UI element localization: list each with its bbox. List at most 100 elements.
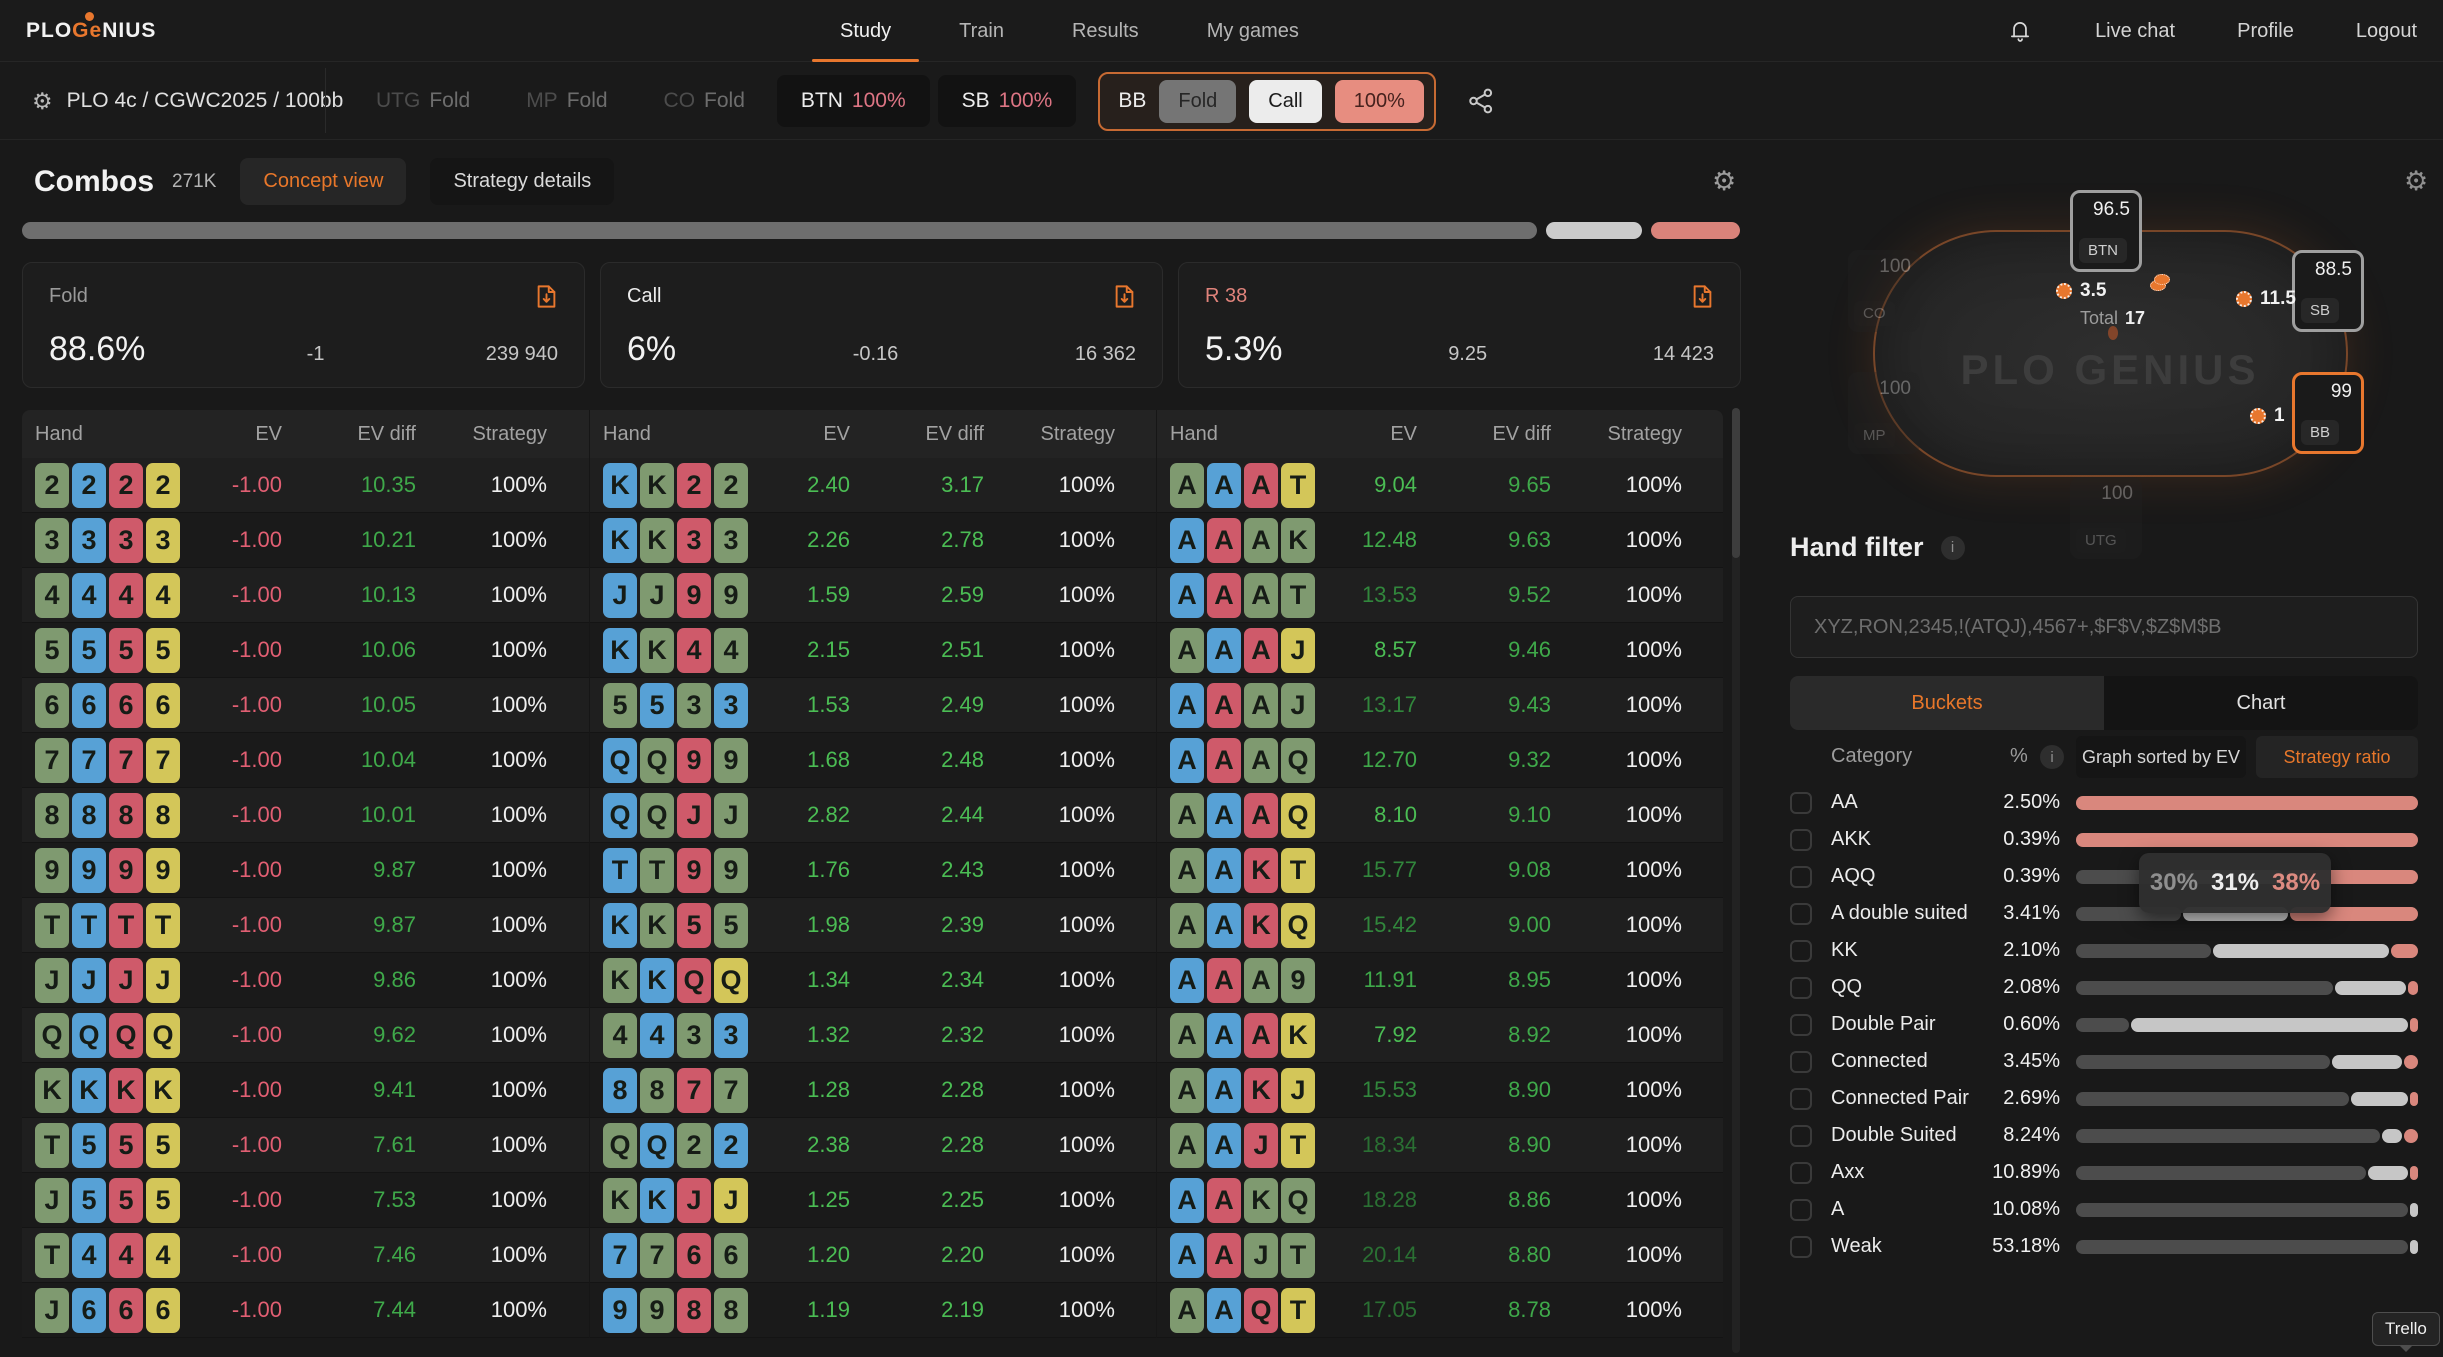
hand-row[interactable]: AAAK12.489.63100% (1157, 513, 1723, 568)
nav-link-profile[interactable]: Profile (2237, 20, 2294, 43)
scrollbar-thumb[interactable] (1732, 408, 1740, 558)
hand-row[interactable]: QQJJ2.822.44100% (590, 788, 1156, 843)
seat-btn[interactable]: 96.5BTN (2070, 190, 2142, 272)
bucket-row-kk[interactable]: KK2.10% (1790, 932, 2418, 969)
hand-row[interactable]: 77661.202.20100% (590, 1228, 1156, 1283)
seat-sb[interactable]: 88.5SB (2292, 250, 2364, 332)
bucket-checkbox[interactable] (1790, 1014, 1812, 1036)
action-button-sb[interactable]: SB100% (938, 75, 1077, 127)
hand-row[interactable]: KKKK-1.009.41100% (22, 1063, 589, 1118)
action-button-mp[interactable]: MPFold (502, 75, 631, 127)
bucket-checkbox[interactable] (1790, 977, 1812, 999)
buckets-percent-info-icon[interactable]: i (2040, 745, 2064, 769)
hand-row[interactable]: QQ222.382.28100% (590, 1118, 1156, 1173)
hand-row[interactable]: AAKJ15.538.90100% (1157, 1063, 1723, 1118)
tab-train[interactable]: Train (925, 0, 1038, 62)
hand-row[interactable]: JJJJ-1.009.86100% (22, 953, 589, 1008)
bucket-row-aa[interactable]: AA2.50% (1790, 784, 2418, 821)
hand-row[interactable]: TTTT-1.009.87100% (22, 898, 589, 953)
hand-row[interactable]: AAAT9.049.65100% (1157, 458, 1723, 513)
share-icon[interactable] (1466, 86, 1496, 116)
hand-row[interactable]: AAKQ18.288.86100% (1157, 1173, 1723, 1228)
bucket-checkbox[interactable] (1790, 1125, 1812, 1147)
bucket-checkbox[interactable] (1790, 1051, 1812, 1073)
bucket-checkbox[interactable] (1790, 1199, 1812, 1221)
hand-row[interactable]: 44331.322.32100% (590, 1008, 1156, 1063)
tab-study[interactable]: Study (806, 0, 925, 62)
hand-row[interactable]: J555-1.007.53100% (22, 1173, 589, 1228)
hand-row[interactable]: T555-1.007.61100% (22, 1118, 589, 1173)
hand-row[interactable]: 5555-1.0010.06100% (22, 623, 589, 678)
hand-row[interactable]: QQ991.682.48100% (590, 733, 1156, 788)
table-scrollbar[interactable] (1732, 408, 1740, 1353)
hand-row[interactable]: AAAJ8.579.46100% (1157, 623, 1723, 678)
graph-sorted-by-ev-button[interactable]: Graph sorted by EV (2076, 736, 2246, 778)
bb-option-100[interactable]: 100% (1335, 80, 1424, 123)
bucket-row-connected-pair[interactable]: Connected Pair2.69% (1790, 1080, 2418, 1117)
action-button-btn[interactable]: BTN100% (777, 75, 930, 127)
hand-row[interactable]: J666-1.007.44100% (22, 1283, 589, 1338)
hand-row[interactable]: KK551.982.39100% (590, 898, 1156, 953)
export-report-icon[interactable] (1111, 281, 1138, 312)
hand-row[interactable]: 8888-1.0010.01100% (22, 788, 589, 843)
table-settings-gear-icon[interactable]: ⚙ (1712, 166, 1736, 197)
tab-results[interactable]: Results (1038, 0, 1173, 62)
hand-filter-info-icon[interactable]: i (1941, 536, 1965, 560)
tab-my-games[interactable]: My games (1173, 0, 1333, 62)
hand-row[interactable]: 9999-1.009.87100% (22, 843, 589, 898)
hand-row[interactable]: TT991.762.43100% (590, 843, 1156, 898)
hand-filter-input[interactable] (1790, 596, 2418, 658)
seat-co[interactable]: 100CO (1848, 250, 1920, 332)
bucket-row-axx[interactable]: Axx10.89% (1790, 1154, 2418, 1191)
hand-row[interactable]: 99881.192.19100% (590, 1283, 1156, 1338)
hand-row[interactable]: 4444-1.0010.13100% (22, 568, 589, 623)
nav-link-logout[interactable]: Logout (2356, 20, 2417, 43)
hand-row[interactable]: KK222.403.17100% (590, 458, 1156, 513)
hand-row[interactable]: AAJT18.348.90100% (1157, 1118, 1723, 1173)
hand-row[interactable]: KK332.262.78100% (590, 513, 1156, 568)
hand-row[interactable]: AAJT20.148.80100% (1157, 1228, 1723, 1283)
hand-row[interactable]: 6666-1.0010.05100% (22, 678, 589, 733)
breadcrumb-gear-icon[interactable]: ⚙ (32, 88, 53, 115)
hand-row[interactable]: KKQQ1.342.34100% (590, 953, 1156, 1008)
bb-option-call[interactable]: Call (1249, 80, 1321, 123)
hand-row[interactable]: AAAT13.539.52100% (1157, 568, 1723, 623)
filter-tab-chart[interactable]: Chart (2104, 676, 2418, 730)
strategy-ratio-button[interactable]: Strategy ratio (2256, 736, 2418, 778)
hand-row[interactable]: AAKQ15.429.00100% (1157, 898, 1723, 953)
bucket-row-connected[interactable]: Connected3.45% (1790, 1043, 2418, 1080)
bucket-row-double-suited[interactable]: Double Suited8.24% (1790, 1117, 2418, 1154)
hand-row[interactable]: JJ991.592.59100% (590, 568, 1156, 623)
logo[interactable]: PLOGeNIUS (26, 0, 156, 62)
hand-row[interactable]: AAA911.918.95100% (1157, 953, 1723, 1008)
hand-row[interactable]: AAAQ8.109.10100% (1157, 788, 1723, 843)
hand-row[interactable]: AAAK7.928.92100% (1157, 1008, 1723, 1063)
filter-tab-buckets[interactable]: Buckets (1790, 676, 2104, 730)
bucket-checkbox[interactable] (1790, 1088, 1812, 1110)
bucket-row-double-pair[interactable]: Double Pair0.60% (1790, 1006, 2418, 1043)
hand-row[interactable]: 2222-1.0010.35100% (22, 458, 589, 513)
bucket-checkbox[interactable] (1790, 1162, 1812, 1184)
bucket-checkbox[interactable] (1790, 792, 1812, 814)
bucket-checkbox[interactable] (1790, 940, 1812, 962)
bucket-checkbox[interactable] (1790, 1236, 1812, 1258)
hand-row[interactable]: KKJJ1.252.25100% (590, 1173, 1156, 1228)
hand-row[interactable]: AAQT17.058.78100% (1157, 1283, 1723, 1338)
hand-row[interactable]: AAAQ12.709.32100% (1157, 733, 1723, 788)
nav-link-live-chat[interactable]: Live chat (2095, 20, 2175, 43)
bucket-row-weak[interactable]: Weak53.18% (1790, 1228, 2418, 1265)
export-report-icon[interactable] (1689, 281, 1716, 312)
seat-mp[interactable]: 100MP (1848, 372, 1920, 454)
bucket-row-a[interactable]: A10.08% (1790, 1191, 2418, 1228)
hand-row[interactable]: KK442.152.51100% (590, 623, 1156, 678)
concept-view-button[interactable]: Concept view (240, 158, 406, 205)
hand-row[interactable]: QQQQ-1.009.62100% (22, 1008, 589, 1063)
strategy-details-button[interactable]: Strategy details (430, 158, 614, 205)
bucket-checkbox[interactable] (1790, 903, 1812, 925)
hand-row[interactable]: AAAJ13.179.43100% (1157, 678, 1723, 733)
action-button-co[interactable]: COFold (640, 75, 769, 127)
export-report-icon[interactable] (533, 281, 560, 312)
seat-bb[interactable]: 99BB (2292, 372, 2364, 454)
hand-row[interactable]: 3333-1.0010.21100% (22, 513, 589, 568)
hand-row[interactable]: 55331.532.49100% (590, 678, 1156, 733)
